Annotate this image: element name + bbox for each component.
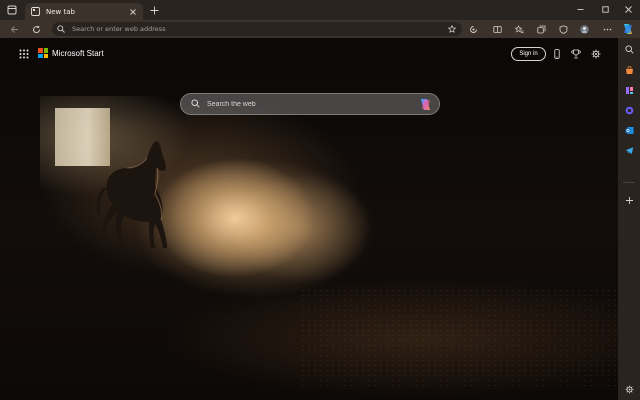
shopping-icon[interactable]	[623, 64, 635, 76]
settings-icon[interactable]	[623, 383, 635, 395]
rewards-trophy-icon[interactable]	[570, 48, 581, 59]
address-bar[interactable]	[52, 22, 462, 36]
copilot-icon[interactable]	[620, 21, 636, 37]
app-launcher-icon[interactable]	[19, 49, 29, 59]
microsoft-logo-icon	[38, 48, 48, 58]
close-tab-icon[interactable]	[128, 7, 137, 16]
new-tab-page: Microsoft Start Sign in	[0, 38, 618, 400]
profile-avatar-icon[interactable]	[577, 22, 591, 36]
page-settings-icon[interactable]	[590, 48, 601, 59]
new-tab-icon	[31, 7, 40, 16]
browser-essentials-icon[interactable]	[556, 22, 570, 36]
brand-name: Microsoft Start	[52, 48, 104, 58]
favorites-icon[interactable]	[512, 22, 526, 36]
background-floor	[300, 288, 618, 388]
add-icon[interactable]	[623, 194, 635, 206]
collections-icon[interactable]	[534, 22, 548, 36]
minimize-icon[interactable]	[573, 3, 587, 16]
close-window-icon[interactable]	[621, 3, 635, 16]
tab-title: New tab	[46, 7, 75, 16]
tab-new-tab[interactable]: New tab	[25, 3, 143, 20]
sidebar-divider	[623, 182, 635, 183]
new-tab-button[interactable]	[149, 5, 160, 16]
more-options-icon[interactable]	[600, 22, 614, 36]
address-input[interactable]	[72, 25, 432, 33]
web-search-box[interactable]	[180, 93, 440, 115]
mobile-phone-icon[interactable]	[551, 48, 562, 59]
title-bar: New tab	[0, 0, 640, 20]
browser-toolbar	[0, 20, 640, 38]
extensions-icon[interactable]	[466, 22, 480, 36]
back-arrow-icon[interactable]	[7, 22, 21, 36]
tools-icon[interactable]	[623, 84, 635, 96]
search-icon[interactable]	[623, 43, 635, 55]
split-screen-icon[interactable]	[490, 22, 504, 36]
window-menu-icon[interactable]	[6, 4, 18, 16]
web-search-input[interactable]	[207, 100, 407, 108]
microsoft-start-brand[interactable]: Microsoft Start	[38, 48, 104, 58]
microsoft-365-icon[interactable]	[623, 104, 635, 116]
horse-image	[96, 141, 167, 248]
outlook-icon[interactable]	[623, 124, 635, 136]
edge-sidebar	[618, 38, 640, 400]
telegram-icon[interactable]	[623, 144, 635, 156]
maximize-icon[interactable]	[598, 3, 612, 16]
refresh-icon[interactable]	[29, 22, 43, 36]
search-icon	[191, 99, 201, 109]
search-icon	[57, 24, 66, 34]
copilot-icon[interactable]	[418, 97, 433, 112]
sign-in-button[interactable]: Sign in	[511, 47, 546, 61]
favorite-star-icon[interactable]	[448, 25, 456, 33]
